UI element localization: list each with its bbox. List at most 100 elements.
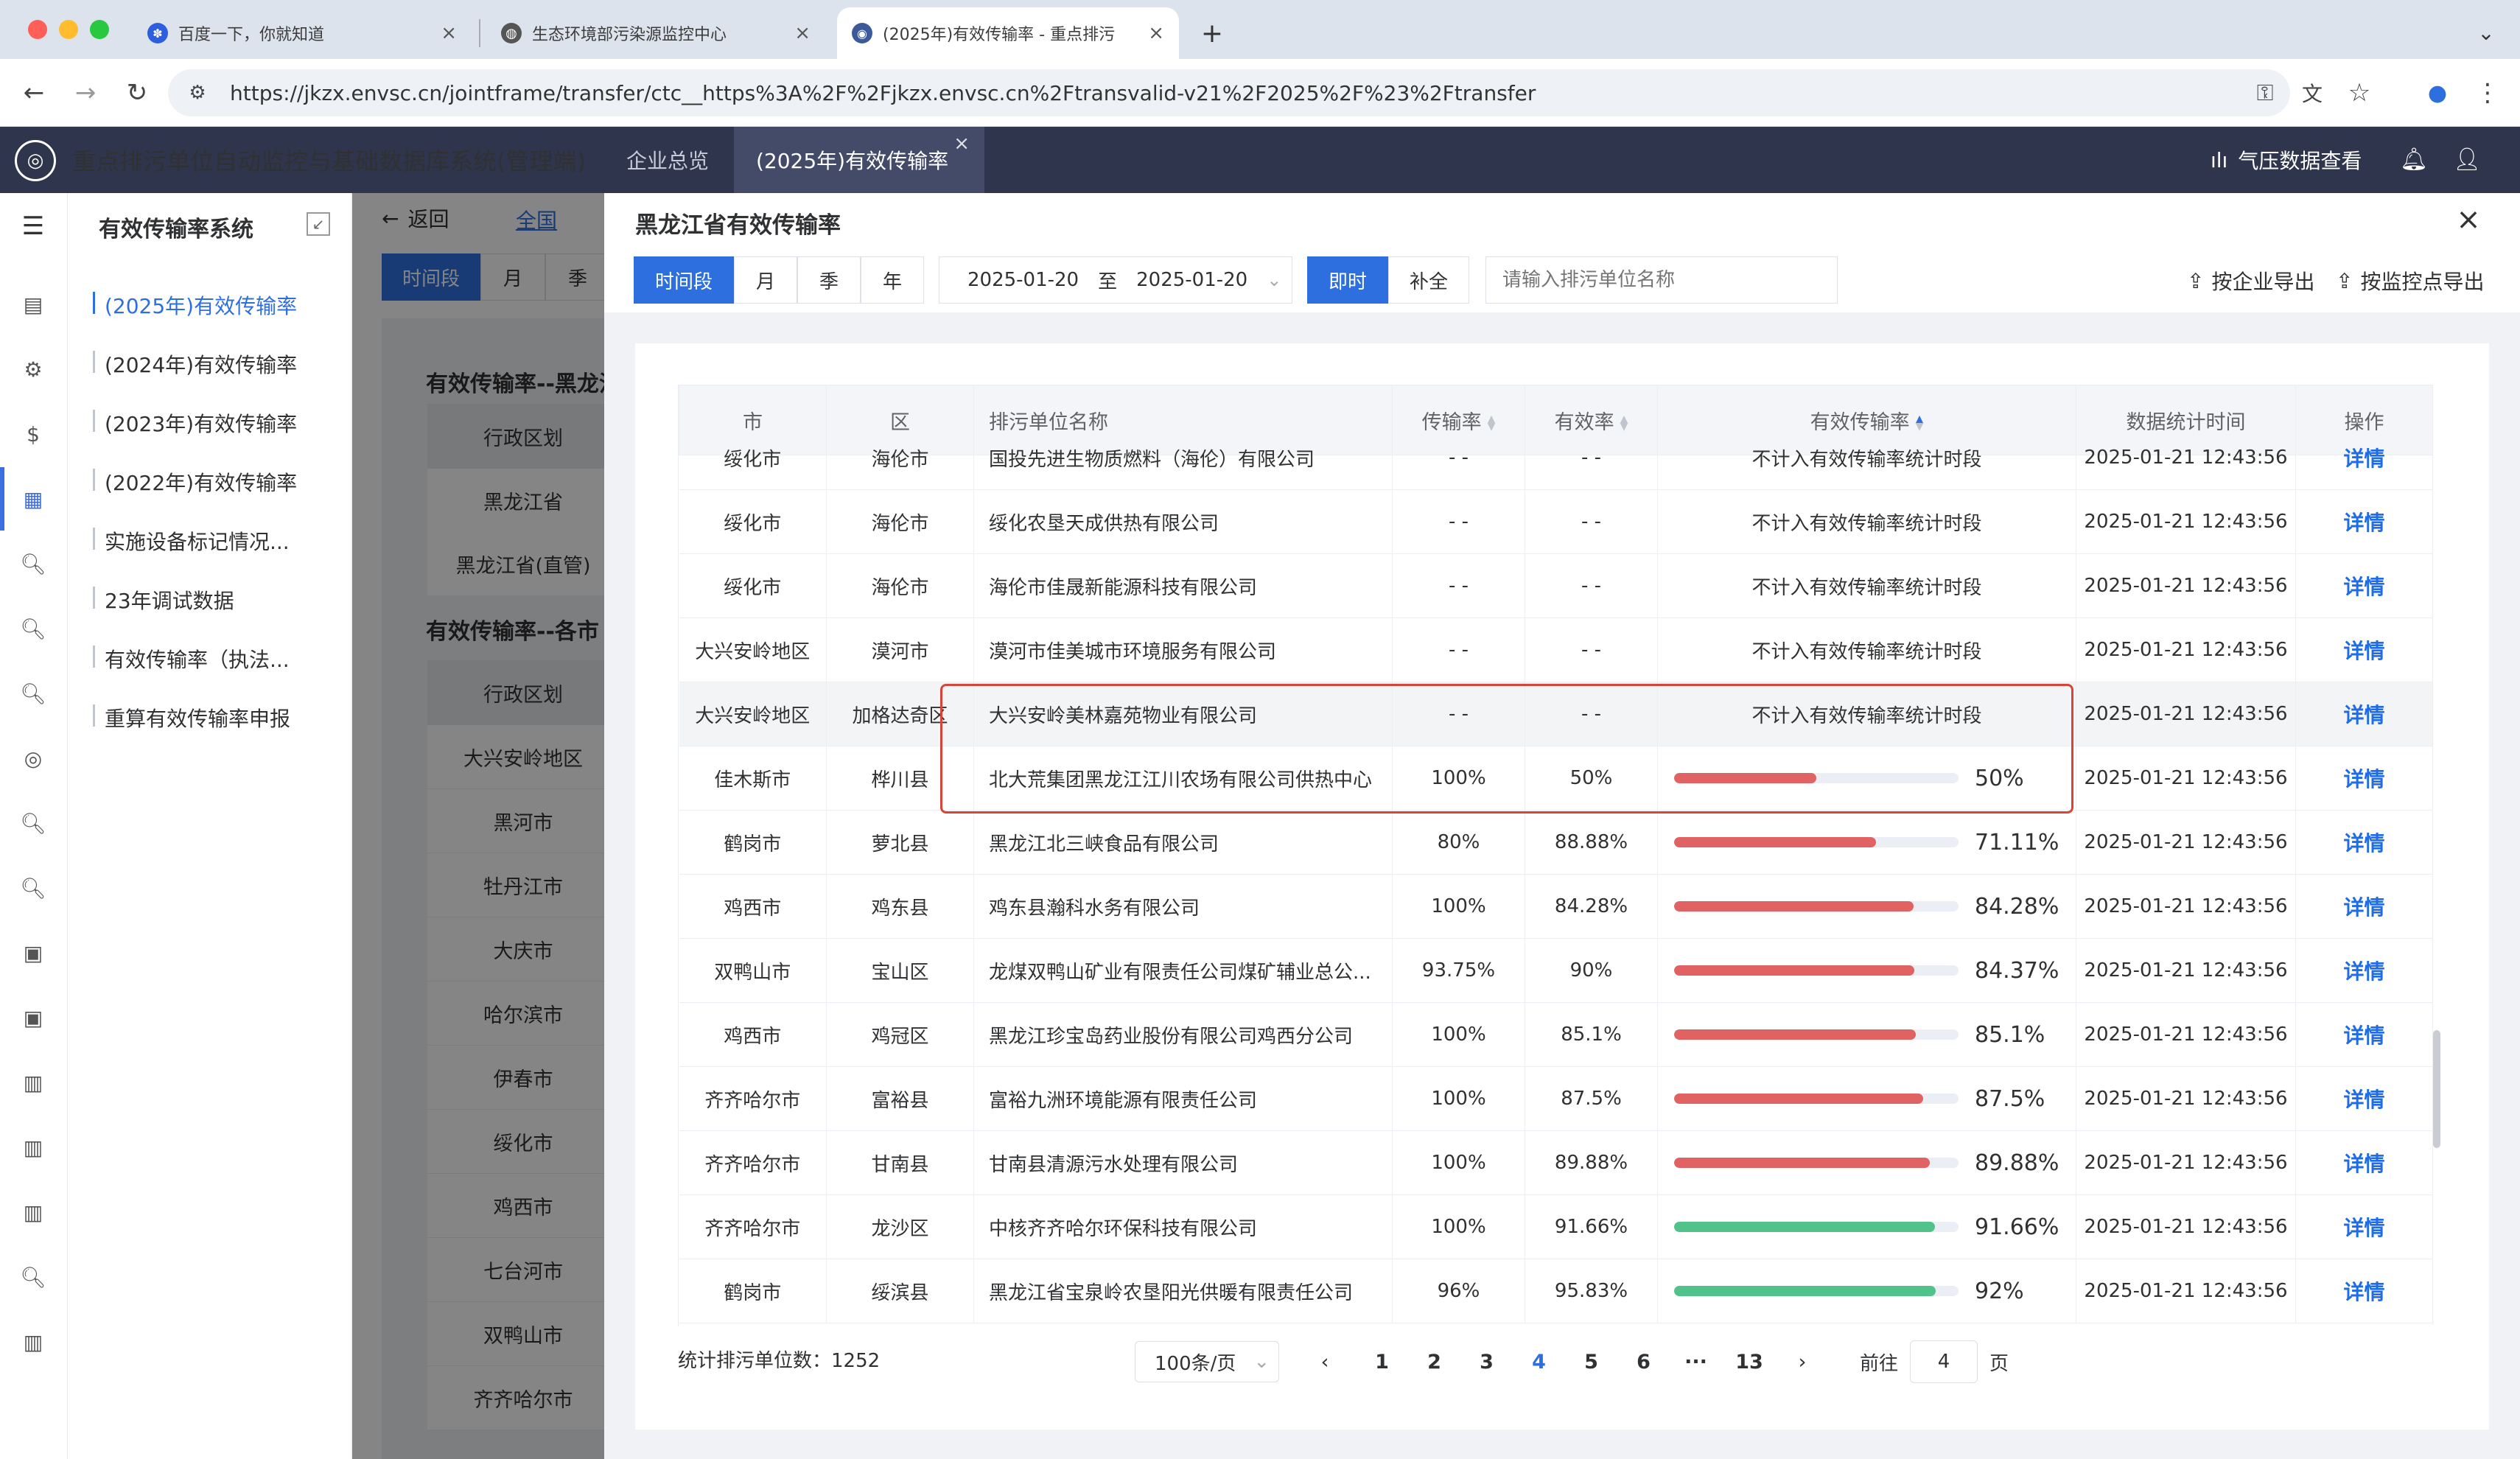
tab-period[interactable]: 时间段 <box>634 256 734 304</box>
search-report-icon[interactable]: 🔍︎ <box>16 676 50 710</box>
date-range-picker[interactable]: 2025-01-20 至 2025-01-20 ⌄ <box>939 256 1292 304</box>
monitor-settings-icon[interactable]: ◎ <box>16 741 50 775</box>
reload-icon[interactable]: ↻ <box>118 74 156 112</box>
detail-link[interactable]: 详情 <box>2343 703 2384 727</box>
cell-effective-rate: 92% <box>1657 1259 2076 1323</box>
page-number[interactable]: 1 <box>1356 1343 1408 1381</box>
export-by-point-button[interactable]: ⇪ 按监控点导出 <box>2336 262 2484 299</box>
chart-icon[interactable]: ▥ <box>16 1325 50 1359</box>
nav-tab-enterprise-overview[interactable]: 企业总览 <box>604 127 731 193</box>
menu-item-debug-data[interactable]: 23年调试数据 <box>105 585 234 615</box>
search-report-icon[interactable]: 🔍︎ <box>16 547 50 581</box>
page-number[interactable]: 6 <box>1617 1343 1670 1381</box>
chart-icon[interactable]: ▥ <box>16 1066 50 1099</box>
close-tab-icon[interactable]: × <box>1148 22 1164 44</box>
table-body: 绥化市 海伦市 国投先进生物质燃料（海伦）有限公司 - -- - 不计入有效传输率统计时… <box>679 425 2433 1323</box>
browser-menu-icon[interactable]: ⋮ <box>2468 74 2507 112</box>
search-report-icon[interactable]: 🔍︎ <box>16 871 50 905</box>
forward-arrow-icon[interactable]: → <box>66 74 105 112</box>
page-ellipsis[interactable]: ··· <box>1670 1343 1722 1381</box>
prev-page-icon[interactable]: ‹ <box>1309 1343 1341 1381</box>
hamburger-menu-icon[interactable]: ☰ <box>15 208 52 245</box>
address-bar[interactable]: ⚙ https://jkzx.envsc.cn/jointframe/trans… <box>168 69 2290 116</box>
browser-tab-monitor-center[interactable]: ◍ 生态环境部污染源监控中心 × <box>486 7 825 59</box>
close-tab-icon[interactable]: × <box>794 22 811 44</box>
pressure-data-link[interactable]: ılı 气压数据查看 <box>2211 127 2362 193</box>
cell-transmission-rate: 100% <box>1392 1130 1525 1195</box>
page-number[interactable]: 5 <box>1565 1343 1617 1381</box>
close-nav-tab-icon[interactable]: × <box>953 133 970 155</box>
tab-realtime[interactable]: 即时 <box>1307 256 1388 304</box>
detail-link[interactable]: 详情 <box>2343 447 2384 471</box>
detail-link[interactable]: 详情 <box>2343 511 2384 535</box>
page-number[interactable]: 2 <box>1408 1343 1460 1381</box>
search-report-icon[interactable]: 🔍︎ <box>16 1260 50 1294</box>
site-settings-icon[interactable]: ⚙ <box>181 77 214 109</box>
user-account-icon[interactable]: 👤︎ <box>2448 140 2486 178</box>
detail-link[interactable]: 详情 <box>2343 575 2384 599</box>
data-sheet-icon[interactable]: ▣ <box>16 936 50 970</box>
password-key-icon[interactable]: ⚿ <box>2246 74 2284 112</box>
cell-transmission-rate: - - <box>1392 553 1525 618</box>
nav-tab-transmission-rate[interactable]: (2025年)有效传输率 × <box>734 127 984 193</box>
new-tab-button[interactable]: + <box>1194 15 1231 52</box>
table-scrollbar-thumb[interactable] <box>2433 1030 2440 1148</box>
detail-link[interactable]: 详情 <box>2343 831 2384 856</box>
detail-link[interactable]: 详情 <box>2343 1280 2384 1304</box>
cell-validity-rate: 95.83% <box>1525 1259 1658 1323</box>
search-report-icon[interactable]: 🔍︎ <box>16 806 50 840</box>
maximize-window-button[interactable] <box>90 20 109 39</box>
baidu-paw-icon: ✽ <box>147 23 168 43</box>
detail-link[interactable]: 详情 <box>2343 1024 2384 1048</box>
chart-icon[interactable]: ▥ <box>16 1195 50 1229</box>
data-sheet-icon[interactable]: ▣ <box>16 1001 50 1035</box>
search-report-icon[interactable]: 🔍︎ <box>16 612 50 645</box>
collapse-submenu-icon[interactable]: ↙ <box>307 212 330 236</box>
tab-list-chevron-icon[interactable]: ⌄ <box>2468 15 2504 50</box>
menu-item-device-marking[interactable]: 实施设备标记情况... <box>105 526 290 556</box>
profile-avatar-icon[interactable]: ● <box>2418 74 2457 112</box>
page-number[interactable]: 4 <box>1513 1343 1565 1381</box>
browser-tab-baidu[interactable]: ✽ 百度一下，你就知道 × <box>133 7 472 59</box>
menu-item-2022[interactable]: (2022年)有效传输率 <box>105 467 297 497</box>
progress-bar: 89.88% <box>1664 1150 2070 1176</box>
dollar-chart-icon[interactable]: $ <box>16 417 50 451</box>
export-by-company-button[interactable]: ⇪ 按企业导出 <box>2187 262 2314 299</box>
config-icon[interactable]: ⚙ <box>16 352 50 386</box>
bookmark-star-icon[interactable]: ☆ <box>2340 74 2379 112</box>
detail-link[interactable]: 详情 <box>2343 639 2384 663</box>
notification-bell-icon[interactable]: 🔔︎ <box>2395 140 2433 178</box>
detail-link[interactable]: 详情 <box>2343 767 2384 791</box>
menu-item-2024[interactable]: (2024年)有效传输率 <box>105 349 297 379</box>
transmission-chart-icon[interactable]: ▦ <box>16 482 50 516</box>
browser-tab-transmission-rate[interactable]: ◉ (2025年)有效传输率 - 重点排污 × <box>837 7 1179 59</box>
tab-month[interactable]: 月 <box>734 256 797 304</box>
page-size-select[interactable]: 100条/页 ⌄ <box>1135 1341 1279 1382</box>
next-page-icon[interactable]: › <box>1786 1343 1819 1381</box>
page-number[interactable]: 13 <box>1722 1343 1777 1381</box>
detail-link[interactable]: 详情 <box>2343 895 2384 920</box>
detail-link[interactable]: 详情 <box>2343 959 2384 984</box>
close-window-button[interactable] <box>28 20 47 39</box>
close-drawer-icon[interactable]: × <box>2449 200 2488 239</box>
back-arrow-icon[interactable]: ← <box>15 74 53 112</box>
goto-page-input[interactable]: 4 <box>1910 1340 1978 1383</box>
cell-district: 漠河市 <box>826 617 974 682</box>
detail-link[interactable]: 详情 <box>2343 1216 2384 1240</box>
chart-icon[interactable]: ▥ <box>16 1130 50 1164</box>
tab-year[interactable]: 年 <box>861 256 924 304</box>
dashboard-icon[interactable]: ▤ <box>16 287 50 321</box>
translate-icon[interactable]: 文 <box>2293 74 2331 112</box>
tab-supplement[interactable]: 补全 <box>1388 256 1469 304</box>
company-search-input[interactable] <box>1485 256 1838 304</box>
detail-link[interactable]: 详情 <box>2343 1152 2384 1176</box>
close-tab-icon[interactable]: × <box>441 22 457 44</box>
tab-quarter[interactable]: 季 <box>797 256 861 304</box>
menu-item-2023[interactable]: (2023年)有效传输率 <box>105 408 297 438</box>
page-number[interactable]: 3 <box>1460 1343 1513 1381</box>
menu-item-2025[interactable]: (2025年)有效传输率 <box>105 290 297 320</box>
menu-item-enforcement[interactable]: 有效传输率（执法... <box>105 644 290 673</box>
menu-item-recalc[interactable]: 重算有效传输率申报 <box>105 703 290 732</box>
detail-link[interactable]: 详情 <box>2343 1088 2384 1112</box>
minimize-window-button[interactable] <box>59 20 78 39</box>
